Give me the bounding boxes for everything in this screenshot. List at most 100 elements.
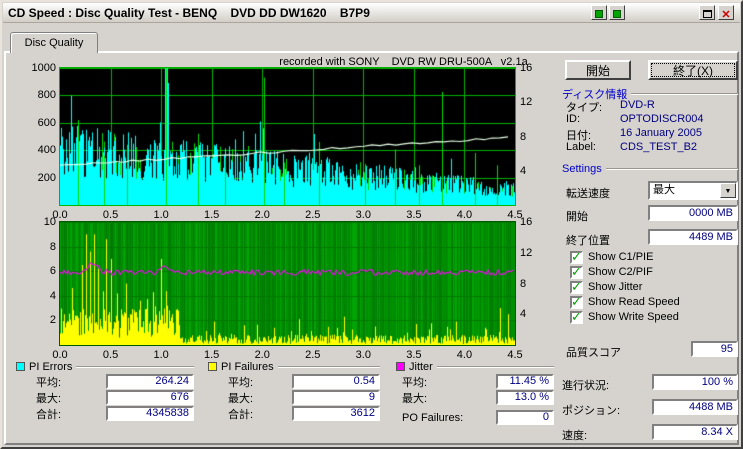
exit-button[interactable]: 終了(X) [648, 60, 738, 80]
stat-label: 最大: [228, 392, 254, 405]
stat-group-jitter: Jitter 平均: 11.45 % 最大: 13.0 % PO Failures:… [390, 360, 554, 425]
combo-dropdown-button[interactable]: ▼ [720, 183, 736, 198]
stat-group-title: PI Errors [29, 360, 73, 373]
app-window: CD Speed : Disc Quality Test - BENQ DVD … [0, 0, 743, 449]
stat-label: 合計: [36, 408, 62, 421]
divider [76, 365, 194, 368]
content-panel: recorded with SONY DVD RW DRU-500A v2.1a… [4, 51, 739, 445]
stat-value: 0.54 [292, 374, 380, 389]
axis-tick-label: 4 [49, 289, 56, 302]
progress-value: 100 % [652, 374, 738, 390]
checkbox-label: Show Read Speed [588, 296, 680, 308]
divider [436, 365, 554, 368]
stat-value: 13.0 % [496, 390, 554, 405]
axis-tick-label: 1.5 [204, 209, 220, 221]
stat-row: 平均: 264.24 [36, 374, 194, 389]
disc-type-value: DVD-R [620, 99, 655, 111]
stat-row: 最大: 9 [228, 390, 380, 405]
axis-tick-label: 2 [49, 314, 56, 327]
disc-id-value: OPTODISCR004 [620, 113, 704, 125]
stat-row: 平均: 0.54 [228, 374, 380, 389]
stat-label: 最大: [402, 392, 428, 405]
checkbox-label: Show C1/PIE [588, 251, 654, 263]
axis-tick-label: 4 [520, 164, 527, 177]
stat-label: 平均: [228, 376, 254, 389]
titlebar-app-button-1[interactable] [591, 5, 607, 20]
axis-tick-label: 3.5 [406, 209, 422, 221]
stat-row: 合計: 4345838 [36, 406, 194, 421]
checkbox-label: Show Write Speed [588, 311, 679, 323]
axis-tick-label: 16 [520, 62, 533, 74]
progress-label: 進行状況: [562, 380, 610, 392]
checkbox-show-read-speed[interactable]: ✓ Show Read Speed [570, 293, 680, 309]
stat-value: 9 [292, 390, 380, 405]
stat-group-header: Jitter [390, 360, 554, 373]
close-icon: ✕ [721, 9, 731, 21]
quality-score-label: 品質スコア [566, 347, 621, 359]
stat-label: PO Failures: [402, 411, 464, 424]
start-position-value: 0000 MB [648, 205, 738, 221]
disc-label-value: CDS_TEST_B2 [620, 141, 698, 153]
stat-value: 676 [106, 390, 194, 405]
check-icon: ✓ [571, 308, 582, 324]
pi-failures-color-swatch [208, 362, 217, 371]
maximize-button[interactable] [699, 5, 715, 20]
stat-row: 最大: 13.0 % [402, 390, 554, 405]
titlebar-app-button-2[interactable] [609, 5, 625, 20]
stat-row: PO Failures: 0 [402, 410, 554, 425]
stat-group-pi-errors: PI Errors 平均: 264.24 最大: 676 合計: 4345838 [10, 360, 194, 421]
checkbox-show-jitter[interactable]: ✓ Show Jitter [570, 278, 643, 294]
stat-label: 最大: [36, 392, 62, 405]
check-icon: ✓ [571, 293, 582, 309]
position-value: 4488 MB [652, 399, 738, 415]
stat-row: 最大: 676 [36, 390, 194, 405]
checkbox-label: Show Jitter [588, 281, 643, 293]
axis-tick-label: 16 [520, 216, 533, 228]
titlebar[interactable]: CD Speed : Disc Quality Test - BENQ DVD … [3, 3, 740, 23]
axis-tick-label: 400 [37, 144, 56, 157]
check-icon: ✓ [571, 263, 582, 279]
position-label: ポジション: [562, 405, 621, 417]
axis-tick-label: 2.5 [305, 209, 321, 221]
stat-label: 合計: [228, 408, 254, 421]
speed-label: 速度: [562, 430, 588, 442]
stat-group-header: PI Failures [202, 360, 380, 373]
divider [277, 365, 380, 368]
axis-tick-label: 12 [520, 96, 533, 109]
axis-tick-label: 8 [49, 240, 56, 253]
window-title: CD Speed : Disc Quality Test - BENQ DVD … [8, 6, 370, 20]
end-position-value: 4489 MB [648, 229, 738, 245]
axis-tick-label: 2.0 [254, 209, 270, 221]
close-button[interactable]: ✕ [718, 5, 734, 21]
checkbox-icon: ✓ [570, 249, 583, 264]
pi-errors-chart [59, 67, 516, 206]
maximize-icon [702, 10, 712, 18]
stat-label: 平均: [402, 376, 428, 389]
stat-row: 合計: 3612 [228, 406, 380, 421]
transfer-speed-value: 最大 [653, 184, 675, 196]
transfer-speed-label: 転送速度 [566, 188, 610, 200]
checkbox-show-write-speed[interactable]: ✓ Show Write Speed [570, 308, 679, 324]
axis-tick-label: 1000 [31, 62, 56, 74]
disc-label-label: Label: [566, 141, 596, 153]
checkbox-show-c1-pie[interactable]: ✓ Show C1/PIE [570, 249, 654, 264]
chevron-down-icon: ▼ [724, 188, 732, 195]
axis-tick-label: 12 [520, 246, 533, 259]
axis-tick-label: 8 [520, 130, 527, 143]
stat-value: 0 [496, 410, 554, 425]
axis-tick-label: 10 [43, 216, 56, 228]
axis-tick-label: 1.0 [153, 209, 169, 221]
check-icon: ✓ [571, 278, 582, 294]
transfer-speed-select[interactable]: 最大 ▼ [648, 181, 738, 200]
tab-disc-quality[interactable]: Disc Quality [10, 32, 98, 53]
pi-failures-chart [59, 221, 516, 346]
pi-errors-color-swatch [16, 362, 25, 371]
disc-date-value: 16 January 2005 [620, 127, 702, 139]
axis-tick-label: 8 [520, 277, 527, 290]
start-button[interactable]: 開始 [565, 60, 631, 80]
checkbox-icon: ✓ [570, 293, 583, 309]
axis-tick-label: 800 [37, 89, 56, 102]
divider [605, 168, 738, 170]
jitter-color-swatch [396, 362, 405, 371]
checkbox-show-c2-pif[interactable]: ✓ Show C2/PIF [570, 263, 653, 279]
